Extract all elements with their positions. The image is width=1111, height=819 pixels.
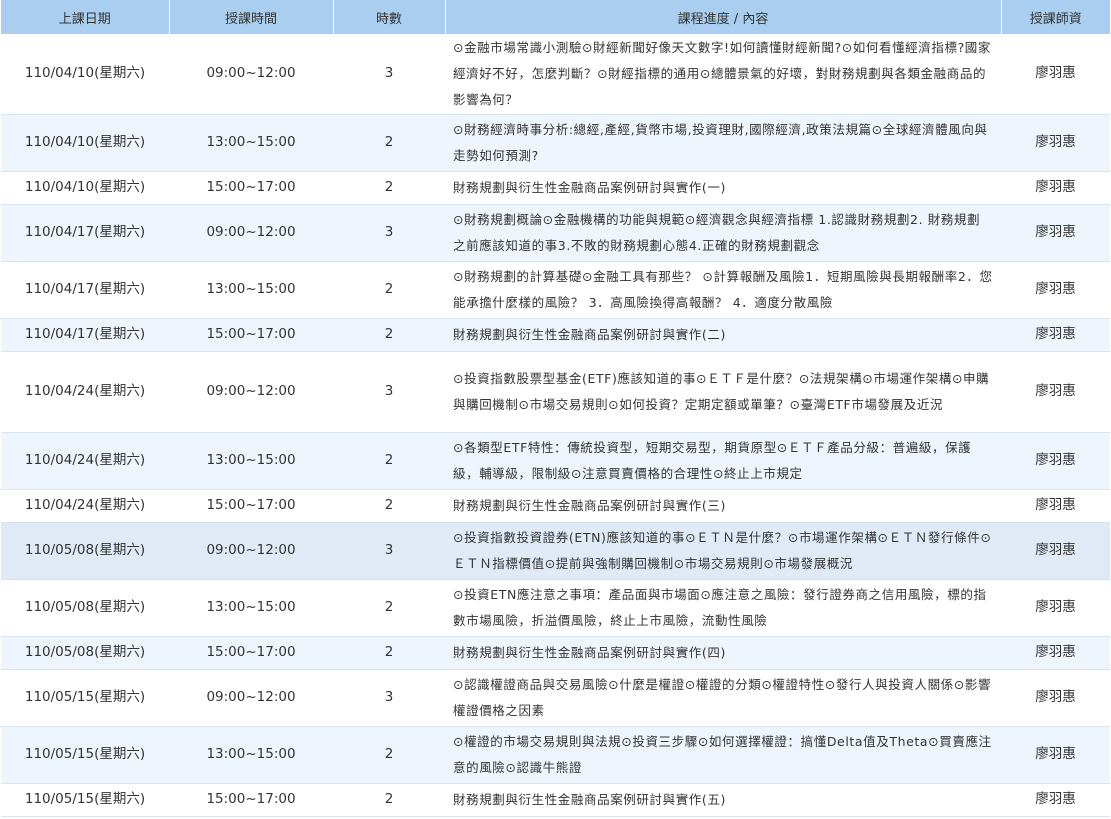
cell-teacher: 廖羽惠 [1035, 281, 1076, 297]
cell-time: 13:00~15:00 [206, 599, 296, 615]
cell-content: ⊙財務經濟時事分析:總經,產經,貨幣市場,投資理財,國際經濟,政策法規篇⊙全球經… [453, 121, 988, 163]
table-row: 110/04/17(星期六) 09:00~12:00 3 ⊙財務規劃概論⊙金融機… [1, 204, 1110, 261]
cell-time: 09:00~12:00 [206, 224, 296, 240]
table-row: 110/05/08(星期六) 09:00~12:00 3 ⊙投資指數投資證券(E… [1, 522, 1110, 579]
cell-time: 15:00~17:00 [206, 179, 296, 195]
table-header-row: 上課日期 授課時間 時數 課程進度 / 內容 授課師資 [1, 0, 1110, 34]
table-row: 110/04/17(星期六) 15:00~17:00 2 財務規劃與衍生性金融商… [1, 318, 1110, 351]
cell-hours: 3 [384, 383, 394, 399]
cell-teacher: 廖羽惠 [1035, 542, 1076, 558]
cell-content: 財務規劃與衍生性金融商品案例研討與實作(二) [453, 327, 726, 342]
cell-content: ⊙投資指數股票型基金(ETF)應該知道的事⊙ＥＴＦ是什麼？⊙法規架構⊙市場運作架… [453, 370, 990, 412]
cell-date: 110/05/08(星期六) [24, 542, 146, 558]
cell-teacher: 廖羽惠 [1035, 134, 1076, 150]
table-row: 110/04/10(星期六) 13:00~15:00 2 ⊙財務經濟時事分析:總… [1, 114, 1110, 171]
cell-teacher: 廖羽惠 [1035, 65, 1076, 82]
table-row: 110/04/10(星期六) 15:00~17:00 2 財務規劃與衍生性金融商… [1, 171, 1110, 204]
table-row: 110/05/15(星期六) 09:00~12:00 3 ⊙認識權證商品與交易風… [1, 669, 1110, 726]
cell-hours: 2 [384, 497, 394, 513]
cell-time: 09:00~12:00 [206, 383, 296, 399]
cell-date: 110/04/24(星期六) [24, 452, 146, 468]
cell-hours: 2 [384, 179, 394, 195]
cell-date: 110/04/10(星期六) [24, 179, 146, 195]
cell-content: ⊙財務規劃的計算基礎⊙金融工具有那些？ ⊙計算報酬及風險1．短期風險與長期報酬率… [453, 268, 993, 310]
cell-hours: 3 [384, 65, 394, 82]
cell-date: 110/04/10(星期六) [24, 65, 146, 82]
cell-time: 15:00~17:00 [206, 326, 296, 342]
cell-content: 財務規劃與衍生性金融商品案例研討與實作(五) [453, 792, 726, 807]
cell-time: 13:00~15:00 [206, 746, 296, 762]
cell-teacher: 廖羽惠 [1035, 689, 1076, 705]
cell-content: ⊙認識權證商品與交易風險⊙什麼是權證⊙權證的分類⊙權證特性⊙發行人與投資人關係⊙… [453, 676, 992, 718]
cell-date: 110/05/15(星期六) [24, 746, 146, 762]
cell-teacher: 廖羽惠 [1035, 452, 1076, 468]
cell-teacher: 廖羽惠 [1035, 224, 1076, 240]
cell-hours: 2 [384, 746, 394, 762]
table-row: 110/04/24(星期六) 15:00~17:00 2 財務規劃與衍生性金融商… [1, 489, 1110, 522]
table-row: 110/04/24(星期六) 09:00~12:00 3 ⊙投資指數股票型基金(… [1, 351, 1110, 432]
table-row: 110/05/08(星期六) 15:00~17:00 2 財務規劃與衍生性金融商… [1, 636, 1110, 669]
cell-teacher: 廖羽惠 [1035, 644, 1076, 660]
cell-content: ⊙權證的市場交易規則與法規⊙投資三步驟⊙如何選擇權證：搞懂Delta值及Thet… [453, 733, 992, 775]
cell-hours: 2 [384, 326, 394, 342]
cell-content: ⊙投資指數投資證券(ETN)應該知道的事⊙ＥＴＮ是什麼？⊙市場運作架構⊙ＥＴＮ發… [453, 529, 992, 571]
cell-date: 110/05/15(星期六) [24, 791, 146, 807]
cell-hours: 2 [384, 452, 394, 468]
cell-teacher: 廖羽惠 [1035, 179, 1076, 195]
cell-hours: 2 [384, 281, 394, 297]
header-content: 課程進度 / 內容 [445, 0, 1002, 34]
cell-hours: 2 [384, 644, 394, 660]
cell-date: 110/04/24(星期六) [24, 383, 146, 399]
cell-teacher: 廖羽惠 [1035, 497, 1076, 513]
cell-time: 09:00~12:00 [206, 689, 296, 705]
cell-content: 財務規劃與衍生性金融商品案例研討與實作(四) [453, 645, 726, 660]
cell-content: ⊙各類型ETF特性：傳統投資型，短期交易型，期貨原型⊙ＥＴＦ產品分級：普遍級，保… [453, 439, 972, 481]
table-row: 110/04/24(星期六) 13:00~15:00 2 ⊙各類型ETF特性：傳… [1, 432, 1110, 489]
cell-teacher: 廖羽惠 [1035, 791, 1076, 807]
cell-date: 110/05/15(星期六) [24, 689, 146, 705]
course-schedule-table: 上課日期 授課時間 時數 課程進度 / 內容 授課師資 110/04/10(星期… [1, 0, 1110, 817]
cell-content: 財務規劃與衍生性金融商品案例研討與實作(三) [453, 498, 726, 513]
cell-date: 110/04/10(星期六) [24, 134, 146, 150]
cell-teacher: 廖羽惠 [1035, 383, 1076, 399]
cell-content: ⊙金融市場常識小測驗⊙財經新聞好像天文數字!如何讀懂財經新聞?⊙如何看懂經濟指標… [453, 39, 992, 107]
cell-teacher: 廖羽惠 [1035, 326, 1076, 342]
cell-time: 13:00~15:00 [206, 281, 296, 297]
cell-time: 13:00~15:00 [206, 452, 296, 468]
header-hours: 時數 [333, 0, 446, 34]
cell-hours: 2 [384, 134, 394, 150]
cell-content: 財務規劃與衍生性金融商品案例研討與實作(一) [453, 180, 726, 195]
table-row: 110/05/15(星期六) 13:00~15:00 2 ⊙權證的市場交易規則與… [1, 726, 1110, 783]
cell-date: 110/04/24(星期六) [24, 497, 146, 513]
cell-time: 15:00~17:00 [206, 497, 296, 513]
cell-date: 110/04/17(星期六) [24, 326, 146, 342]
cell-time: 13:00~15:00 [206, 134, 296, 150]
cell-content: ⊙投資ETN應注意之事項：產品面與市場面⊙應注意之風險：發行證券商之信用風險，標… [453, 586, 987, 628]
header-time: 授課時間 [169, 0, 334, 34]
cell-date: 110/04/17(星期六) [24, 281, 146, 297]
cell-hours: 2 [384, 599, 394, 615]
cell-time: 09:00~12:00 [206, 65, 296, 82]
table-row: 110/05/15(星期六) 15:00~17:00 2 財務規劃與衍生性金融商… [1, 783, 1110, 816]
cell-time: 15:00~17:00 [206, 644, 296, 660]
cell-teacher: 廖羽惠 [1035, 599, 1076, 615]
cell-content: ⊙財務規劃概論⊙金融機構的功能與規範⊙經濟觀念與經濟指標 1.認識財務規劃2. … [453, 211, 981, 253]
cell-date: 110/05/08(星期六) [24, 644, 146, 660]
cell-hours: 2 [384, 791, 394, 807]
cell-hours: 3 [384, 542, 394, 558]
table-row: 110/04/17(星期六) 13:00~15:00 2 ⊙財務規劃的計算基礎⊙… [1, 261, 1110, 318]
cell-time: 09:00~12:00 [206, 542, 296, 558]
cell-date: 110/05/08(星期六) [24, 599, 146, 615]
cell-time: 15:00~17:00 [206, 791, 296, 807]
header-date: 上課日期 [1, 0, 170, 34]
cell-teacher: 廖羽惠 [1035, 746, 1076, 762]
cell-hours: 3 [384, 689, 394, 705]
header-teacher: 授課師資 [1001, 0, 1110, 34]
cell-date: 110/04/17(星期六) [24, 224, 146, 240]
cell-hours: 3 [384, 224, 394, 240]
table-row: 110/05/08(星期六) 13:00~15:00 2 ⊙投資ETN應注意之事… [1, 579, 1110, 636]
table-row: 110/04/10(星期六) 09:00~12:00 3 ⊙金融市場常識小測驗⊙… [1, 34, 1110, 114]
